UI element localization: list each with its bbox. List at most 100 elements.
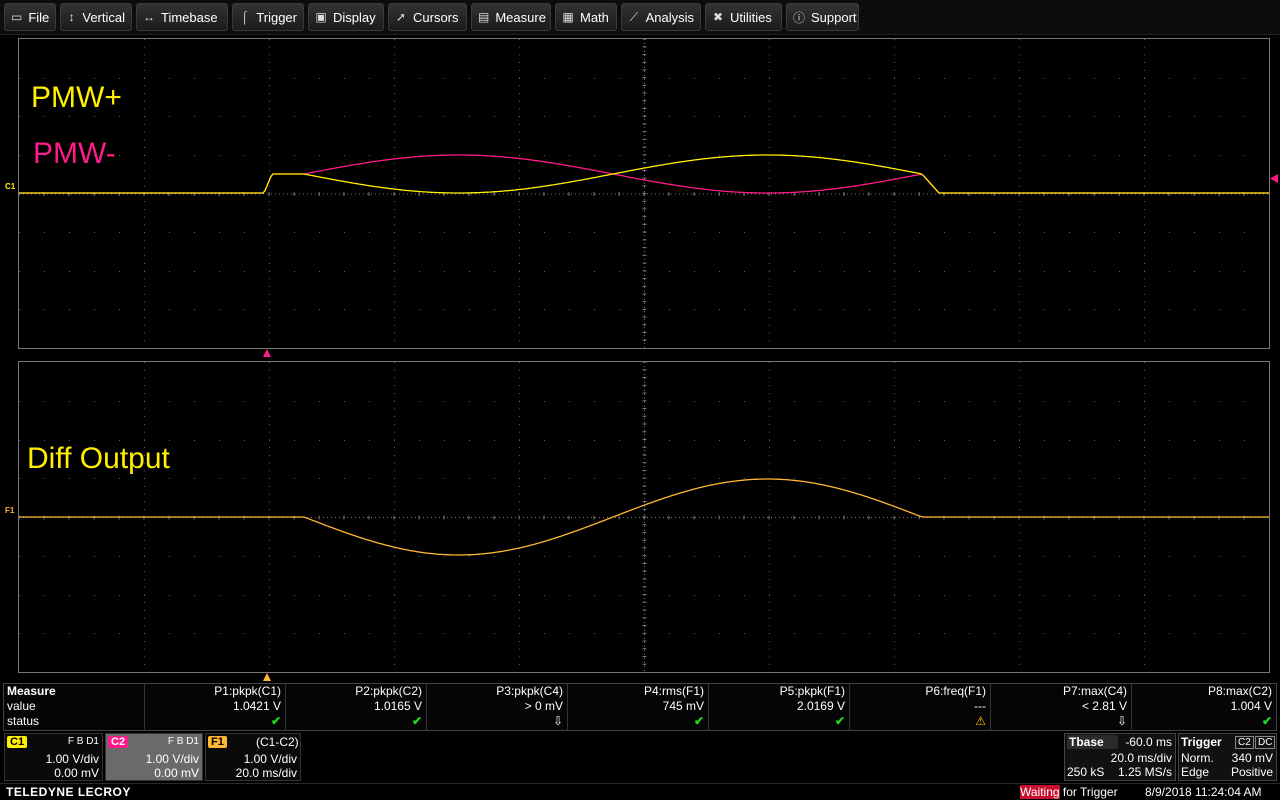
measure-p3-name: P3:pkpk(C4) [496, 684, 563, 698]
menu-file[interactable]: ▭ File [4, 3, 56, 31]
menu-math-label: Math [580, 9, 609, 25]
measure-p2[interactable]: P2:pkpk(C2) 1.0165 V ✔ [286, 684, 427, 730]
menu-cursors-label: Cursors [413, 9, 459, 25]
f1-level-marker[interactable]: F1 [5, 506, 14, 515]
measure-p5[interactable]: P5:pkpk(F1) 2.0169 V ✔ [709, 684, 850, 730]
c2-flags: F B D1 [167, 736, 199, 747]
menu-support[interactable]: ⓘ Support [786, 3, 859, 31]
vertical-arrows-icon: ↕ [68, 10, 75, 24]
measure-p6[interactable]: P6:freq(F1) --- ⚠ [850, 684, 991, 730]
measure-p5-value: 2.0169 V [796, 699, 845, 713]
brand-logo: TELEDYNE LECROY [6, 785, 131, 799]
acquisition-status: Waiting for Trigger [1020, 785, 1118, 799]
chart-icon: ⟋ [629, 9, 638, 24]
measure-p8[interactable]: P8:max(C2) 1.004 V ✔ [1132, 684, 1276, 730]
cursor-icon: ➚ [395, 10, 407, 24]
measure-table: Measure value status P1:pkpk(C1) 1.0421 … [3, 683, 1277, 731]
menu-trigger[interactable]: ⌠ Trigger [232, 3, 304, 31]
trigger-source: C2 [1235, 736, 1254, 749]
acquisition-status-highlight: Waiting [1020, 785, 1060, 799]
measure-p4-name: P4:rms(F1) [644, 684, 704, 698]
status-underflow-icon: ⇩ [1116, 714, 1127, 728]
tools-icon: ✖ [712, 10, 724, 24]
status-underflow-icon: ⇩ [552, 714, 563, 728]
descriptor-c2[interactable]: C2 F B D1 1.00 V/div 0.00 mV [105, 733, 203, 781]
trigger-mode: Norm. [1181, 751, 1214, 765]
label-pmw-plus: PMW+ [31, 81, 122, 114]
label-diff-output: Diff Output [27, 442, 170, 475]
status-bar: TELEDYNE LECROY Waiting for Trigger 8/9/… [0, 783, 1280, 800]
measure-p3[interactable]: P3:pkpk(C4) > 0 mV ⇩ [427, 684, 568, 730]
grid-bottom[interactable]: Diff Output [18, 361, 1270, 673]
trigger-level-arrow-icon[interactable] [1268, 174, 1280, 184]
status-ok-icon: ✔ [834, 714, 845, 728]
measure-p2-value: 1.0165 V [373, 699, 422, 713]
grid-top-canvas [19, 39, 1269, 348]
menu-utilities[interactable]: ✖ Utilities [705, 3, 782, 31]
menu-display[interactable]: ▣ Display [308, 3, 384, 31]
menu-math[interactable]: ▦ Math [555, 3, 617, 31]
measure-p3-value: > 0 mV [524, 699, 563, 713]
measure-row-value-label: value [7, 699, 36, 713]
c2-offset: 0.00 mV [154, 766, 199, 780]
menu-analysis[interactable]: ⟋ Analysis [621, 3, 701, 31]
menu-trigger-label: Trigger [256, 9, 297, 25]
horizontal-arrows-icon: ↔ [143, 10, 155, 24]
menu-vertical[interactable]: ↕ Vertical [60, 3, 132, 31]
f1-tag: F1 [208, 736, 227, 748]
acquisition-status-rest: for Trigger [1059, 785, 1118, 799]
measure-p7[interactable]: P7:max(C4) < 2.81 V ⇩ [991, 684, 1132, 730]
c1-vdiv: 1.00 V/div [45, 752, 99, 766]
trigger-position-arrow-bottom-icon[interactable] [262, 672, 272, 682]
status-ok-icon: ✔ [270, 714, 281, 728]
measure-p8-value: 1.004 V [1230, 699, 1272, 713]
status-ok-icon: ✔ [693, 714, 704, 728]
menu-measure[interactable]: ▤ Measure [471, 3, 551, 31]
menu-measure-label: Measure [495, 9, 546, 25]
c1-level-marker[interactable]: C1 [5, 182, 15, 191]
measure-icon: ▤ [478, 10, 490, 24]
descriptor-f1[interactable]: F1 (C1-C2) 1.00 V/div 20.0 ms/div [205, 733, 301, 781]
timebase-rate: 1.25 MS/s [1117, 765, 1172, 779]
timebase-label: Tbase [1067, 735, 1118, 749]
info-icon: ⓘ [793, 10, 806, 25]
menu-analysis-label: Analysis [645, 9, 694, 25]
menu-file-label: File [28, 9, 50, 25]
measure-p6-value: --- [974, 699, 986, 713]
grid-top[interactable]: PMW+ PMW- [18, 38, 1270, 349]
trigger-type: Edge [1181, 765, 1210, 779]
trigger-descriptor[interactable]: Trigger C2 DC Norm. 340 mV Edge Positive [1178, 733, 1277, 781]
measure-p4-value: 745 mV [662, 699, 704, 713]
measure-p7-value: < 2.81 V [1081, 699, 1127, 713]
measure-p4[interactable]: P4:rms(F1) 745 mV ✔ [568, 684, 709, 730]
menu-timebase-label: Timebase [161, 9, 218, 25]
menu-support-label: Support [811, 9, 857, 25]
status-warning-icon: ⚠ [975, 714, 986, 728]
timebase-tdiv: 20.0 ms/div [1110, 751, 1172, 765]
menu-cursors[interactable]: ➚ Cursors [388, 3, 467, 31]
timebase-descriptor[interactable]: Tbase -60.0 ms 20.0 ms/div 250 kS 1.25 M… [1064, 733, 1176, 781]
label-pmw-minus: PMW- [33, 137, 116, 170]
menu-bar: ▭ File ↕ Vertical ↔ Timebase ⌠ Trigger ▣ Disp… [0, 0, 1280, 35]
measure-row-headers: Measure value status [4, 684, 145, 730]
c1-flags: F B D1 [67, 736, 99, 747]
measure-p7-name: P7:max(C4) [1062, 684, 1127, 698]
timebase-delay: -60.0 ms [1125, 735, 1172, 749]
measure-p1[interactable]: P1:pkpk(C1) 1.0421 V ✔ [145, 684, 286, 730]
measure-p2-name: P2:pkpk(C2) [355, 684, 422, 698]
menu-timebase[interactable]: ↔ Timebase [136, 3, 228, 31]
trigger-position-arrow-icon[interactable] [262, 348, 272, 358]
datetime: 8/9/2018 11:24:04 AM [1145, 785, 1262, 799]
trigger-slope: Positive [1230, 765, 1273, 779]
trigger-label: Trigger [1181, 735, 1222, 749]
measure-p6-name: P6:freq(F1) [925, 684, 986, 698]
c2-tag: C2 [108, 736, 129, 748]
grid-bottom-canvas [19, 362, 1269, 672]
descriptor-c1[interactable]: C1 F B D1 1.00 V/div 0.00 mV [4, 733, 103, 781]
measure-row-status-label: status [7, 714, 40, 728]
menu-utilities-label: Utilities [730, 9, 772, 25]
measure-p1-name: P1:pkpk(C1) [214, 684, 281, 698]
measure-p5-name: P5:pkpk(F1) [779, 684, 845, 698]
measure-header: Measure [7, 684, 56, 698]
c1-offset: 0.00 mV [54, 766, 99, 780]
